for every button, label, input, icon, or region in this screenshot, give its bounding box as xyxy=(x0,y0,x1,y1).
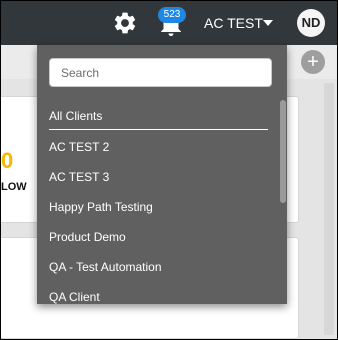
user-avatar[interactable]: ND xyxy=(297,9,325,37)
card-value: 0 xyxy=(1,148,14,173)
dropdown-option[interactable]: QA - Test Automation xyxy=(49,260,162,274)
dropdown-option[interactable]: AC TEST 2 xyxy=(49,140,109,154)
dropdown-option[interactable]: Happy Path Testing xyxy=(49,200,153,214)
dropdown-option[interactable]: Product Demo xyxy=(49,230,126,244)
client-dropdown-menu: All Clients AC TEST 2 AC TEST 3 Happy Pa… xyxy=(37,45,287,304)
gear-icon[interactable] xyxy=(112,10,138,36)
dropdown-option[interactable]: AC TEST 3 xyxy=(49,170,109,184)
notification-count-badge[interactable]: 523 xyxy=(158,7,186,23)
dropdown-divider xyxy=(49,129,268,130)
caret-down-icon[interactable] xyxy=(263,20,273,26)
dropdown-option-all-clients[interactable]: All Clients xyxy=(49,109,102,123)
dropdown-scrollbar[interactable] xyxy=(280,100,286,203)
client-search-input[interactable] xyxy=(49,58,272,87)
plus-circle-icon[interactable]: + xyxy=(301,50,325,74)
app-window: 523 AC TEST ND + 0 LOW All Clients AC TE… xyxy=(0,0,338,340)
card-label: LOW xyxy=(1,181,27,193)
dropdown-option[interactable]: QA Client xyxy=(49,290,100,304)
client-selector-label[interactable]: AC TEST xyxy=(204,15,263,31)
page-scrollbar[interactable] xyxy=(324,83,334,335)
